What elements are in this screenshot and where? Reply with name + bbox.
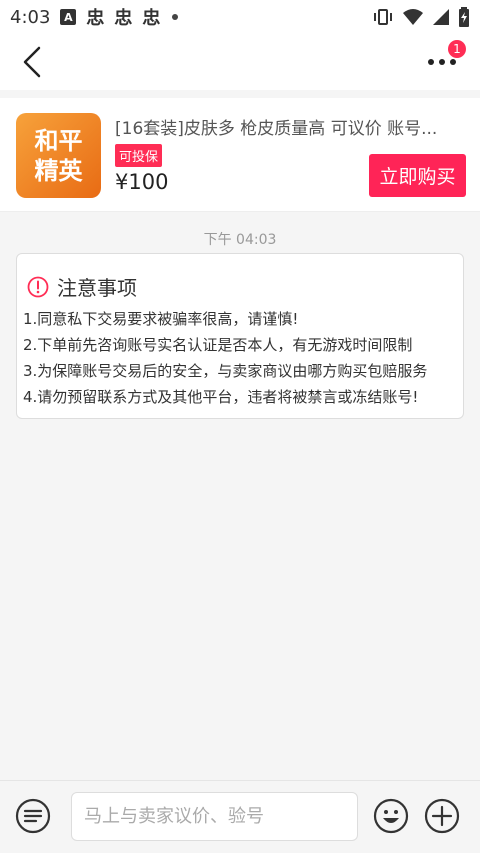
more-button[interactable]: 1 <box>422 40 466 80</box>
plus-circle-icon <box>424 798 460 834</box>
chevron-left-icon <box>23 46 41 78</box>
message-input-box[interactable] <box>71 792 358 841</box>
status-left: 4:03 A 忠 忠 忠 <box>10 4 179 30</box>
thumbnail-text-line2: 精英 <box>34 156 83 185</box>
bottom-input-bar <box>0 780 480 853</box>
notice-title: 注意事项 <box>57 276 137 300</box>
more-notifications-icon <box>172 14 179 20</box>
notice-header: 注意事项 <box>27 272 137 301</box>
thumbnail-text-line1: 和平 <box>34 126 83 155</box>
notice-item: 4.请勿预留联系方式及其他平台，违者将被禁言或冻结账号! <box>23 388 419 406</box>
status-bar: 4:03 A 忠 忠 忠 <box>0 0 480 34</box>
notification-app-icon: 忠 <box>86 8 105 29</box>
add-attachment-button[interactable] <box>424 798 460 834</box>
product-thumbnail[interactable]: 和平 精英 <box>16 113 101 198</box>
emoji-icon <box>373 798 409 834</box>
notice-card: 注意事项 1.同意私下交易要求被骗率很高，请谨慎! 2.下单前先咨询账号实名认证… <box>16 253 464 419</box>
signal-icon <box>433 9 449 25</box>
notification-app-icon: 忠 <box>142 8 161 29</box>
vibrate-icon <box>374 9 392 25</box>
wifi-icon <box>403 9 423 25</box>
menu-lines-icon <box>15 798 51 834</box>
buy-now-button[interactable]: 立即购买 <box>369 154 466 197</box>
message-timestamp: 下午 04:03 <box>203 232 277 248</box>
insurable-badge: 可投保 <box>115 144 163 167</box>
notification-a-icon: A <box>60 9 77 25</box>
notice-item: 1.同意私下交易要求被骗率很高，请谨慎! <box>23 310 299 328</box>
message-input[interactable] <box>72 793 357 840</box>
product-title[interactable]: [16套装]皮肤多 枪皮质量高 可议价 账号... <box>115 114 460 139</box>
warning-icon <box>27 276 49 297</box>
emoji-button[interactable] <box>373 798 409 834</box>
more-dots-icon <box>428 59 456 65</box>
notification-app-icon: 忠 <box>114 8 133 29</box>
product-price: ¥100 <box>115 170 169 194</box>
notice-list: 1.同意私下交易要求被骗率很高，请谨慎! 2.下单前先咨询账号实名认证是否本人，… <box>23 306 457 410</box>
battery-icon <box>459 7 469 27</box>
notice-item: 2.下单前先咨询账号实名认证是否本人，有无游戏时间限制 <box>23 336 413 354</box>
unread-badge: 1 <box>448 40 466 58</box>
navbar: 1 <box>0 34 480 90</box>
status-time: 4:03 <box>10 6 51 28</box>
product-card[interactable]: 和平 精英 [16套装]皮肤多 枪皮质量高 可议价 账号... 可投保 ¥100… <box>0 98 480 212</box>
quick-reply-button[interactable] <box>15 798 51 834</box>
back-button[interactable] <box>14 44 50 80</box>
status-right <box>372 7 470 27</box>
notice-item: 3.为保障账号交易后的安全，与卖家商议由哪方购买包赔服务 <box>23 362 428 380</box>
